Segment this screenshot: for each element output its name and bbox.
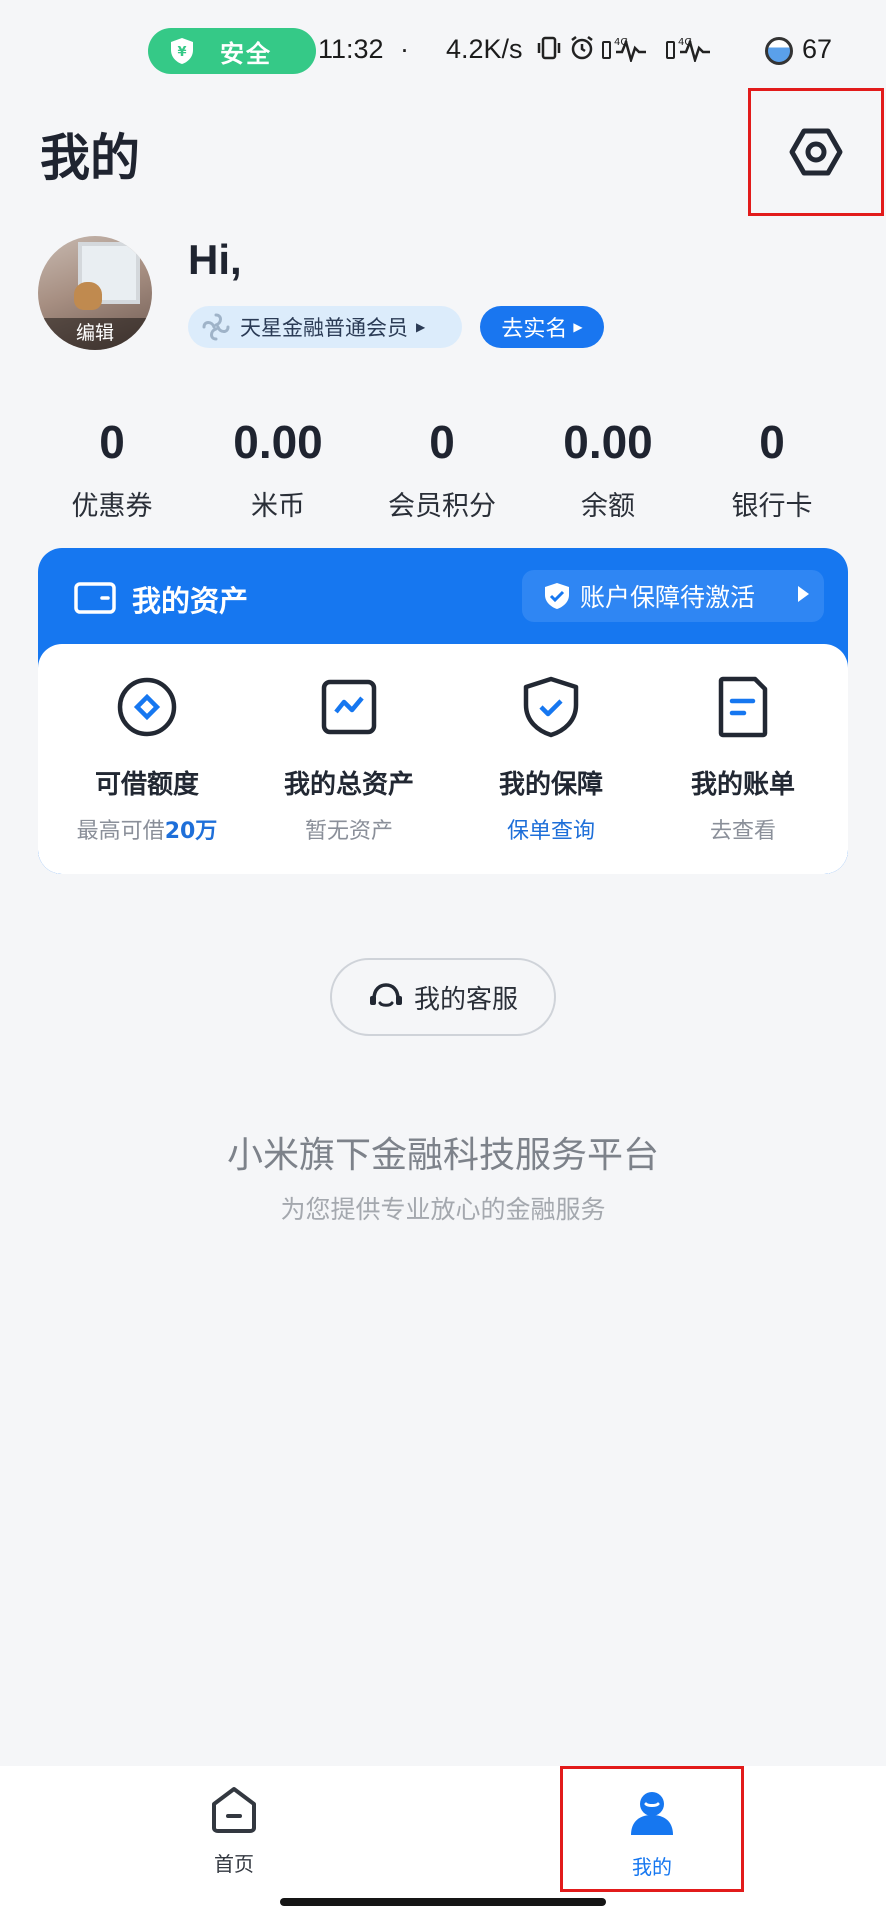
stat-value: 0.00 xyxy=(563,416,653,468)
asset-sub[interactable]: 保单查询 xyxy=(450,813,652,845)
stat-value: 0 xyxy=(99,416,125,468)
platform-subtitle: 为您提供专业放心的金融服务 xyxy=(280,1195,606,1224)
account-protection-pill[interactable]: 账户保障待激活 xyxy=(522,570,824,622)
caret-right-icon: ▶ xyxy=(573,320,583,334)
headset-icon xyxy=(369,983,402,1007)
verify-identity-label: 去实名 xyxy=(501,317,568,342)
home-indicator[interactable] xyxy=(280,1898,606,1906)
stat-member-points[interactable]: 0 会员积分 xyxy=(362,412,522,523)
settings-hexagon-icon xyxy=(789,128,843,176)
customer-service-label: 我的客服 xyxy=(413,984,518,1015)
stat-bank-cards[interactable]: 0 银行卡 xyxy=(692,412,852,523)
stat-coupons[interactable]: 0 优惠券 xyxy=(32,412,192,523)
status-icons: 4G 4G xyxy=(536,34,724,62)
battery-level: 67 xyxy=(802,34,833,64)
signal-4g-icon: 4G xyxy=(666,37,710,62)
member-level-text: 天星金融普通会员 xyxy=(240,316,408,340)
signal-4g-icon: 4G xyxy=(602,37,646,62)
assets-card: 我的资产 账户保障待激活 可借额度 最高可借20万 我的总资产 暂无资产 我的保… xyxy=(38,548,848,874)
assets-header[interactable]: 我的资产 账户保障待激活 xyxy=(38,548,848,644)
stats-row: 0 优惠券 0.00 米币 0 会员积分 0.00 余额 0 银行卡 xyxy=(0,412,886,532)
nav-label: 首页 xyxy=(214,1852,254,1876)
caret-right-icon: ▶ xyxy=(416,320,426,334)
asset-name: 我的保障 xyxy=(498,770,603,800)
asset-name: 我的账单 xyxy=(690,770,795,800)
loan-limit-icon xyxy=(117,677,177,737)
network-speed: 4.2K/s xyxy=(446,34,523,64)
member-swirl-icon xyxy=(202,313,230,341)
stat-mi-coins[interactable]: 0.00 米币 xyxy=(198,412,358,523)
asset-loan-limit[interactable]: 可借额度 最高可借20万 xyxy=(46,670,248,845)
avatar-edit-label[interactable]: 编辑 xyxy=(38,318,152,350)
bill-document-icon xyxy=(718,676,768,738)
svg-text:¥: ¥ xyxy=(177,45,186,60)
battery-icon xyxy=(765,37,793,65)
asset-sub-prefix: 最高可借 xyxy=(76,819,165,844)
asset-sub: 最高可借20万 xyxy=(46,813,248,845)
stat-label: 会员积分 xyxy=(388,491,496,522)
customer-service-button[interactable]: 我的客服 xyxy=(330,958,556,1036)
asset-name: 我的总资产 xyxy=(283,770,414,800)
status-time: 11:32 xyxy=(318,34,384,64)
security-status-pill[interactable]: ¥ 安全 xyxy=(148,28,316,74)
settings-button[interactable] xyxy=(748,88,884,216)
member-level-badge[interactable]: 天星金融普通会员 ▶ xyxy=(188,306,462,348)
wallet-icon xyxy=(74,582,116,614)
total-assets-chart-icon xyxy=(321,679,377,735)
nav-label: 我的 xyxy=(632,1855,672,1879)
alarm-icon xyxy=(571,36,593,60)
arrow-right-icon xyxy=(798,586,809,602)
status-bar: ¥ 安全 11:32 · 4.2K/s 4G 4G 67 xyxy=(0,0,886,100)
nav-item-mine[interactable]: 我的 xyxy=(560,1766,744,1892)
yuan-shield-icon: ¥ xyxy=(171,38,193,64)
stat-value: 0 xyxy=(759,416,785,468)
avatar[interactable]: 编辑 xyxy=(38,236,152,350)
page-title: 我的 xyxy=(40,129,140,187)
stat-label: 米币 xyxy=(251,491,305,522)
stat-label: 余额 xyxy=(581,491,635,522)
nav-item-home[interactable]: 首页 xyxy=(144,1784,324,1877)
asset-total-assets[interactable]: 我的总资产 暂无资产 xyxy=(248,670,450,845)
stat-label: 银行卡 xyxy=(731,491,813,522)
asset-sub: 去查看 xyxy=(709,819,776,844)
platform-title: 小米旗下金融科技服务平台 xyxy=(226,1135,659,1176)
security-label: 安全 xyxy=(220,39,272,68)
stat-value: 0.00 xyxy=(233,416,323,468)
protection-status-text: 账户保障待激活 xyxy=(580,583,756,612)
stat-label: 优惠券 xyxy=(71,491,153,522)
stat-value: 0 xyxy=(429,416,455,468)
user-icon xyxy=(631,1792,673,1835)
asset-insurance[interactable]: 我的保障 保单查询 xyxy=(450,670,652,845)
insurance-shield-icon xyxy=(523,676,579,738)
vibrate-icon xyxy=(537,36,561,60)
verify-identity-button[interactable]: 去实名 ▶ xyxy=(480,306,604,348)
greeting: Hi, xyxy=(188,236,242,283)
avatar-cat xyxy=(74,282,102,310)
assets-title: 我的资产 xyxy=(132,584,249,618)
assets-body: 可借额度 最高可借20万 我的总资产 暂无资产 我的保障 保单查询 我的账单 去… xyxy=(38,644,848,874)
shield-check-icon xyxy=(545,583,569,609)
bottom-nav: 首页 我的 xyxy=(0,1766,886,1920)
asset-name: 可借额度 xyxy=(94,770,199,800)
status-dot: · xyxy=(400,34,409,64)
asset-bills[interactable]: 我的账单 去查看 xyxy=(642,670,844,845)
stat-balance[interactable]: 0.00 余额 xyxy=(528,412,688,523)
asset-sub: 暂无资产 xyxy=(304,819,393,844)
home-icon xyxy=(212,1787,256,1833)
asset-sub-highlight: 20万 xyxy=(164,819,218,844)
